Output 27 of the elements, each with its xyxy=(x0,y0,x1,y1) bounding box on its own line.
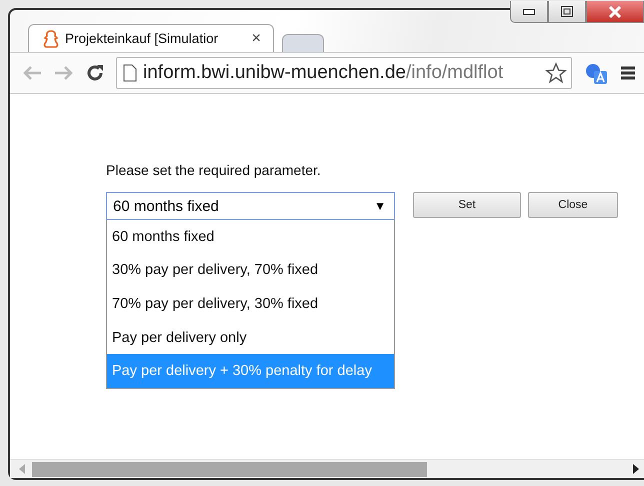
minimize-button[interactable] xyxy=(510,1,548,23)
dropdown-option[interactable]: 70% pay per delivery, 30% fixed xyxy=(107,287,394,321)
dropdown-option[interactable]: 60 months fixed xyxy=(107,220,394,254)
tab-close-button[interactable]: × xyxy=(252,30,261,48)
parameter-dropdown[interactable]: 60 months fixed ▼ xyxy=(106,192,395,220)
scroll-right-icon[interactable] xyxy=(632,464,640,474)
translate-icon[interactable] xyxy=(584,61,608,85)
tab-title: Projekteinkauf [Simulatior xyxy=(65,31,220,46)
star-icon[interactable] xyxy=(545,62,567,84)
minimize-icon xyxy=(523,8,535,14)
dropdown-option[interactable]: 30% pay per delivery, 70% fixed xyxy=(107,254,394,288)
prompt-text: Please set the required parameter. xyxy=(106,162,321,178)
scrollbar-thumb[interactable] xyxy=(32,462,427,476)
close-icon xyxy=(608,6,622,18)
maximize-icon xyxy=(561,6,573,17)
page-icon xyxy=(123,64,137,82)
maximize-button[interactable] xyxy=(548,1,586,23)
figure-icon xyxy=(43,30,59,48)
dropdown-option[interactable]: Pay per delivery only xyxy=(107,320,394,354)
menu-icon[interactable] xyxy=(620,65,636,81)
browser-tab[interactable]: Projekteinkauf [Simulatior × xyxy=(28,24,274,52)
horizontal-scrollbar[interactable] xyxy=(10,459,644,478)
close-button[interactable] xyxy=(586,1,644,23)
dialog-button[interactable]: Set xyxy=(413,192,521,218)
address-field[interactable]: inform.bwi.unibw-muenchen.de/info/mdlflot xyxy=(116,57,572,89)
dialog-button[interactable]: Close xyxy=(528,192,618,218)
reload-icon[interactable] xyxy=(86,64,104,82)
